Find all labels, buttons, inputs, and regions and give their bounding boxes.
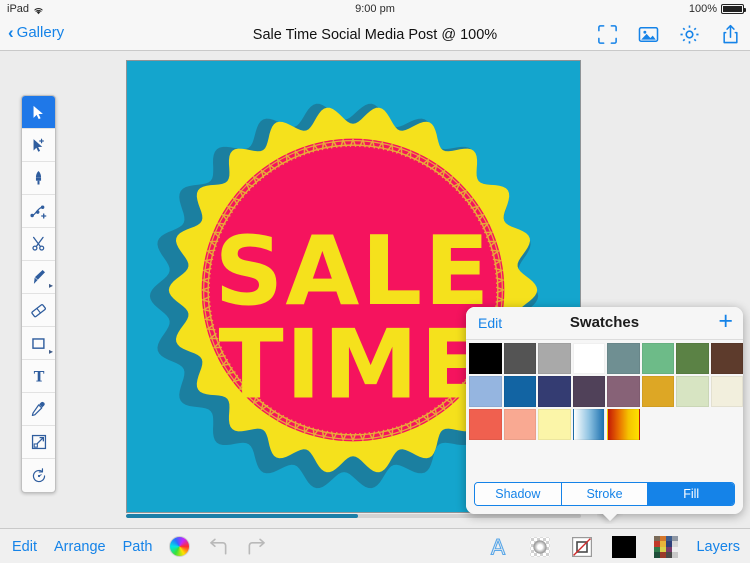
cursor-arrow-icon: [33, 105, 43, 119]
swatch-row: [468, 409, 743, 440]
image-icon[interactable]: [637, 23, 660, 46]
swatch-empty: [642, 409, 675, 440]
swatch-color[interactable]: [572, 343, 605, 374]
transform-tool[interactable]: [22, 426, 55, 459]
eyedropper-tool[interactable]: [22, 393, 55, 426]
layers-button[interactable]: Layers: [696, 539, 740, 555]
path-menu[interactable]: Path: [123, 539, 153, 555]
fit-to-screen-icon[interactable]: [596, 23, 619, 46]
artwork-title-line-2: TIME: [218, 309, 487, 421]
text-tool[interactable]: T: [22, 360, 55, 393]
navigation-bar: ‹ Gallery Sale Time Social Media Post @ …: [0, 18, 750, 51]
text-t-icon: T: [33, 369, 44, 385]
scale-arrow-icon: [31, 434, 46, 450]
bottom-toolbar: Edit Arrange Path A Layers: [0, 528, 750, 563]
swatch-row: [468, 376, 743, 407]
swatches-popover: Edit Swatches + Shadow Stroke Fill: [466, 307, 743, 514]
eraser-icon: [31, 303, 46, 317]
swatch-color[interactable]: [503, 409, 536, 440]
nav-actions: [596, 23, 742, 46]
swatch-color[interactable]: [676, 376, 709, 407]
swatch-color[interactable]: [572, 376, 605, 407]
swatch-color[interactable]: [710, 376, 743, 407]
edit-menu[interactable]: Edit: [12, 539, 37, 555]
status-bar: iPad 9:00 pm 100%: [0, 0, 750, 18]
swatch-empty: [676, 409, 709, 440]
color-wheel-icon[interactable]: [169, 536, 191, 557]
eyedropper-icon: [31, 401, 45, 417]
popover-tail: [597, 513, 623, 524]
segment-stroke[interactable]: Stroke: [561, 483, 649, 505]
redo-arrow-icon[interactable]: [246, 537, 268, 557]
font-a-icon[interactable]: A: [486, 534, 510, 559]
swatch-color[interactable]: [469, 376, 502, 407]
canvas-scroll-indicator[interactable]: [126, 514, 581, 518]
battery-percent: 100%: [688, 3, 717, 15]
swatch-grid: [466, 340, 743, 440]
rectangle-icon: [32, 337, 45, 349]
add-point-tool[interactable]: [22, 195, 55, 228]
swatch-color[interactable]: [641, 376, 674, 407]
node-plus-icon: [30, 204, 47, 219]
segment-fill[interactable]: Fill: [648, 483, 734, 505]
svg-text:T: T: [33, 369, 44, 385]
shape-submenu-caret[interactable]: ▸: [49, 348, 53, 356]
shape-tool[interactable]: ▸: [22, 327, 55, 360]
ipad-app-window: iPad 9:00 pm 100% ‹ Gallery Sale Time So…: [0, 0, 750, 563]
shadow-icon[interactable]: [528, 535, 552, 559]
rotate-tool[interactable]: [22, 459, 55, 492]
share-icon[interactable]: [719, 23, 742, 46]
swatch-gradient-orange[interactable]: [607, 409, 640, 440]
swatch-row: [468, 343, 743, 374]
swatch-color[interactable]: [503, 376, 536, 407]
scissors-tool[interactable]: [22, 228, 55, 261]
popover-header: Edit Swatches +: [466, 307, 743, 340]
arrange-menu[interactable]: Arrange: [54, 539, 106, 555]
brush-submenu-caret[interactable]: ▸: [49, 282, 53, 290]
plus-icon[interactable]: +: [718, 309, 733, 334]
pen-nib-icon: [35, 171, 42, 185]
direct-select-tool[interactable]: [22, 129, 55, 162]
swatch-color[interactable]: [641, 343, 674, 374]
undo-arrow-icon[interactable]: [207, 537, 229, 557]
stroke-none-icon[interactable]: [570, 535, 594, 559]
pen-tool[interactable]: [22, 162, 55, 195]
swatch-color[interactable]: [538, 376, 571, 407]
swatches-title: Swatches: [569, 314, 640, 331]
swatch-color[interactable]: [503, 343, 536, 374]
brush-tool[interactable]: ▸: [22, 261, 55, 294]
swatch-empty: [711, 409, 744, 440]
fill-color-swatch[interactable]: [612, 535, 637, 558]
swatch-color[interactable]: [469, 409, 502, 440]
fill-stroke-shadow-segmented-control: Shadow Stroke Fill: [474, 482, 735, 506]
rotate-icon: [32, 467, 45, 482]
swatch-color[interactable]: [538, 343, 571, 374]
swatch-color[interactable]: [710, 343, 743, 374]
gear-icon[interactable]: [678, 23, 701, 46]
swatch-color[interactable]: [538, 409, 571, 440]
battery-full-icon: [721, 4, 746, 14]
select-tool[interactable]: [22, 96, 55, 129]
swatch-color[interactable]: [607, 343, 640, 374]
svg-text:A: A: [491, 535, 506, 559]
paintbrush-icon: [33, 269, 45, 284]
palette-grid-icon[interactable]: [654, 535, 679, 558]
eraser-tool[interactable]: [22, 294, 55, 327]
status-bar-time: 9:00 pm: [355, 3, 395, 15]
swatch-color[interactable]: [469, 343, 502, 374]
cursor-plus-icon: [33, 138, 44, 152]
segment-shadow[interactable]: Shadow: [475, 483, 562, 505]
scissors-icon: [31, 236, 44, 251]
bottom-left-group: Edit Arrange Path: [12, 529, 268, 563]
swatch-gradient-blue[interactable]: [572, 409, 605, 440]
bottom-right-group: A Layers: [486, 529, 740, 563]
tool-palette: ▸ ▸ T: [21, 95, 56, 493]
swatch-color[interactable]: [676, 343, 709, 374]
swatch-color[interactable]: [607, 376, 640, 407]
status-bar-right: 100%: [688, 3, 746, 15]
